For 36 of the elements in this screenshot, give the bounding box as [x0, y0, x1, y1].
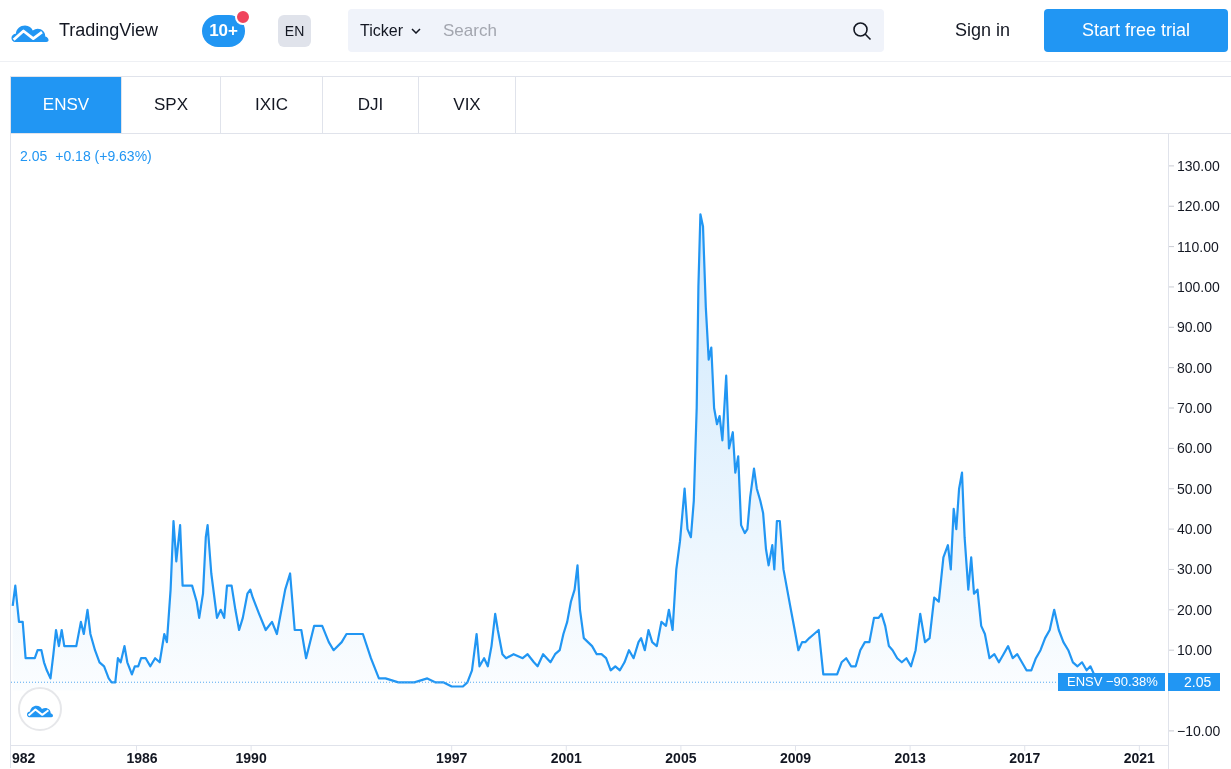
chevron-down-icon: [411, 27, 422, 34]
sign-in-link[interactable]: Sign in: [955, 20, 1011, 41]
y-axis-label: 10.00: [1177, 642, 1213, 659]
symbol-change-label: ENSV −90.38%: [1058, 673, 1165, 692]
y-axis-label: 110.00: [1177, 238, 1219, 255]
x-axis-label: 2001: [550, 750, 582, 766]
x-axis-label: 1990: [235, 750, 267, 766]
legend-change: +0.18 (+9.63%): [55, 148, 152, 164]
x-axis-label: 2013: [894, 750, 926, 766]
y-axis-label: 90.00: [1177, 319, 1213, 336]
logo-button[interactable]: [18, 687, 62, 731]
search-field[interactable]: Ticker Search: [348, 9, 885, 52]
x-axis-label: 1986: [126, 750, 158, 766]
y-axis-label: 130.00: [1177, 157, 1220, 174]
y-axis-label: 60.00: [1177, 440, 1213, 457]
language-button[interactable]: EN: [278, 14, 312, 47]
y-axis-label: 80.00: [1177, 359, 1213, 376]
y-axis-label: 120.00: [1177, 198, 1220, 215]
x-axis-label: 2005: [665, 750, 697, 766]
y-axis-label: 100.00: [1177, 278, 1220, 295]
x-axis-label: 2017: [1009, 750, 1041, 766]
price-label: 2.05: [1168, 673, 1220, 692]
y-axis-label: 40.00: [1177, 521, 1213, 538]
x-axis-label: 1997: [436, 750, 468, 766]
y-axis-label: −10.00: [1177, 722, 1221, 739]
y-axis-label: 30.00: [1177, 561, 1213, 578]
y-axis-label: 20.00: [1177, 601, 1213, 618]
y-axis-label: 70.00: [1177, 400, 1213, 416]
x-axis-label: 2009: [779, 750, 812, 766]
logo-link[interactable]: TradingView: [10, 18, 159, 43]
x-axis-label: 2021: [1123, 750, 1155, 766]
x-axis-label: 982: [12, 750, 36, 766]
y-axis-label: 50.00: [1177, 480, 1213, 497]
search-icon[interactable]: [852, 20, 873, 41]
legend-price: 2.05: [20, 148, 48, 164]
ticker-dropdown[interactable]: Ticker: [360, 21, 422, 40]
